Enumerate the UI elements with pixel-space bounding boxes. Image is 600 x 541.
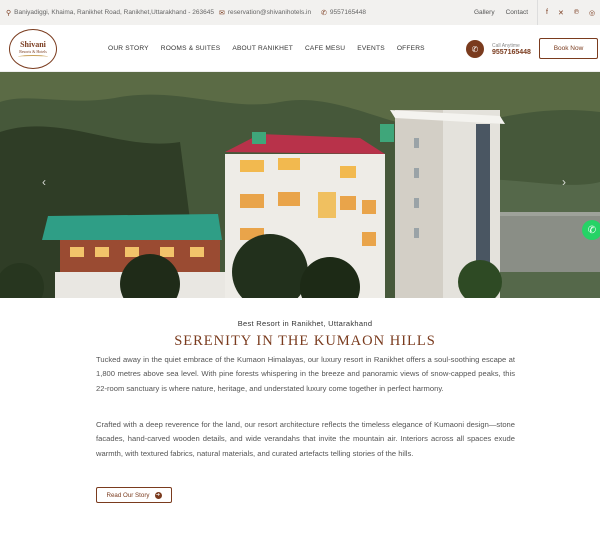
mail-icon: ✉ — [219, 9, 225, 17]
email-link[interactable]: reservation@shivanihotels.in — [228, 9, 311, 16]
contact-link[interactable]: Contact — [506, 9, 528, 16]
nav-item-our-story[interactable]: OUR STORY — [108, 45, 149, 52]
intro-paragraph-1: Tucked away in the quiet embrace of the … — [96, 355, 515, 393]
address-text: Baniyadiggi, Khaima, Ranikhet Road, Rani… — [14, 9, 214, 16]
phone-info[interactable]: ✆ 9557165448 — [321, 0, 366, 25]
arrow-right-icon: ➜ — [154, 491, 162, 499]
nav-item-rooms-suites[interactable]: ROOMS & SUITES — [161, 45, 221, 52]
location-pin-icon: ⚲ — [6, 9, 12, 17]
pinterest-icon[interactable]: ℗ — [574, 9, 579, 16]
nav-item-offers[interactable]: OFFERS — [397, 45, 425, 52]
slider-prev-arrow[interactable]: ‹ — [42, 175, 46, 189]
slider-next-arrow[interactable]: › — [562, 175, 566, 189]
hero-slider: ‹ › ✆ — [0, 72, 600, 298]
section-subtitle: Best Resort in Ranikhet, Uttarakhand — [237, 319, 373, 328]
phone-icon: ✆ — [466, 40, 484, 58]
book-now-button[interactable]: Book Now — [539, 38, 598, 59]
nav-item-about-ranikhet[interactable]: ABOUT RANIKHET — [232, 45, 293, 52]
gallery-link[interactable]: Gallery — [474, 9, 495, 16]
logo[interactable]: Shivani Resorts & Hotels — [9, 29, 57, 69]
logo-swirl — [18, 54, 48, 59]
instagram-icon[interactable]: ◎ — [589, 9, 595, 17]
nav-item-events[interactable]: EVENTS — [357, 45, 385, 52]
top-bar: ⚲ Baniyadiggi, Khaima, Ranikhet Road, Ra… — [0, 0, 600, 25]
call-number[interactable]: 9557165448 — [492, 49, 531, 56]
intro-paragraph-2: Crafted with a deep reverence for the la… — [96, 420, 515, 458]
nav-item-cafe-mesu[interactable]: CAFE MESU — [305, 45, 345, 52]
call-anytime[interactable]: ✆ Call Anytime 9557165448 — [466, 40, 531, 58]
main-header: Shivani Resorts & Hotels OUR STORY ROOMS… — [0, 25, 600, 72]
phone-icon: ✆ — [321, 9, 327, 17]
email-info[interactable]: ✉ reservation@shivanihotels.in — [219, 0, 311, 25]
phone-link[interactable]: 9557165448 — [330, 9, 366, 16]
social-links: f ✕ ℗ ◎ — [537, 0, 600, 25]
x-icon[interactable]: ✕ — [558, 9, 564, 17]
read-our-story-label: Read Our Story — [106, 491, 150, 499]
section-title: SERENITY IN THE KUMAON HILLS — [174, 333, 436, 349]
facebook-icon[interactable]: f — [546, 9, 548, 16]
whatsapp-icon[interactable]: ✆ — [582, 220, 600, 240]
top-links: Gallery Contact — [474, 0, 539, 25]
address-info: ⚲ Baniyadiggi, Khaima, Ranikhet Road, Ra… — [6, 0, 214, 25]
hero-image — [0, 72, 600, 298]
read-our-story-button[interactable]: Read Our Story ➜ — [96, 487, 172, 503]
main-nav: OUR STORY ROOMS & SUITES ABOUT RANIKHET … — [108, 25, 437, 72]
